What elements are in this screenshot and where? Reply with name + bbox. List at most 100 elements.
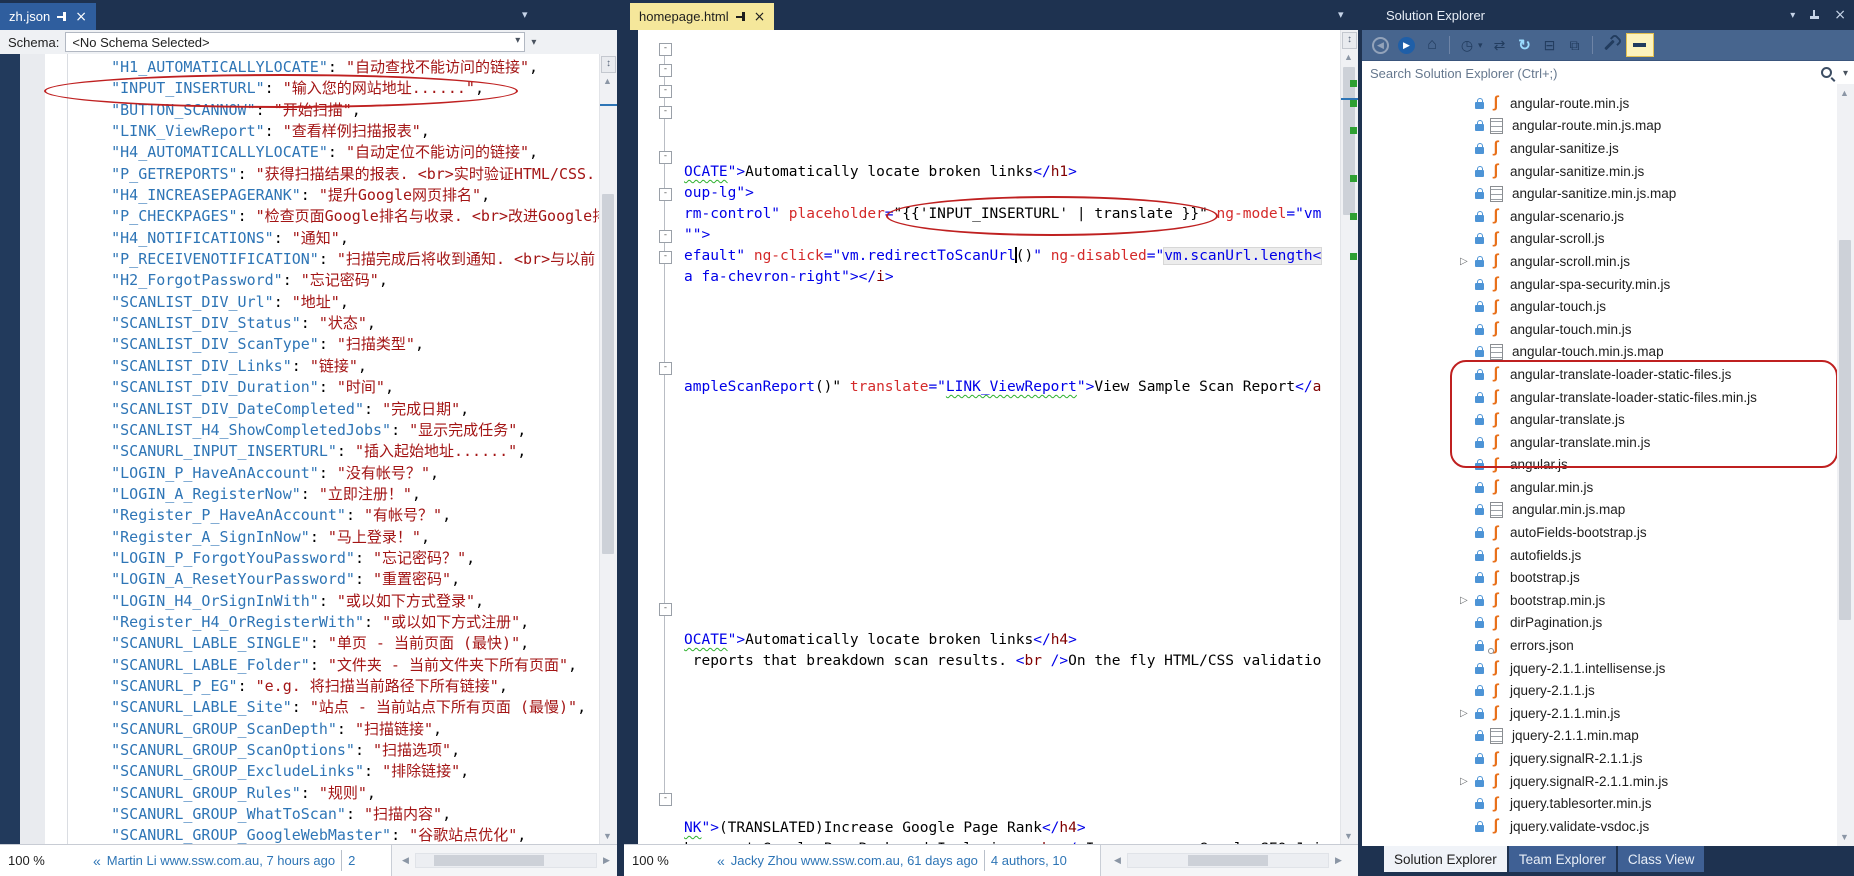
file-item[interactable]: ∫angular.js (1362, 454, 1837, 477)
lock-icon (1475, 237, 1484, 244)
file-item[interactable]: ∫angular-translate.min.js (1362, 431, 1837, 454)
file-name: jquery-2.1.1.min.js (1510, 706, 1620, 721)
home-icon[interactable]: ⌂ (1424, 37, 1440, 53)
file-item[interactable]: ∫angular.min.js (1362, 476, 1837, 499)
tab-zh-json[interactable]: zh.json × (0, 3, 96, 30)
pin-icon[interactable] (1809, 10, 1820, 21)
scroll-up-icon[interactable]: ▲ (1341, 52, 1356, 62)
file-item[interactable]: ∫angular-translate.js (1362, 408, 1837, 431)
scroll-down-icon[interactable]: ▼ (1837, 832, 1852, 842)
scroll-up-icon[interactable]: ▲ (600, 76, 615, 86)
expander-icon[interactable]: ▷ (1460, 595, 1475, 606)
file-item[interactable]: ∫angular-scenario.js (1362, 205, 1837, 228)
left-horizontal-scrollbar[interactable]: ◀ ▶ (398, 845, 615, 876)
expander-icon[interactable]: ▷ (1460, 776, 1475, 787)
file-item[interactable]: ∫angular-spa-security.min.js (1362, 273, 1837, 296)
file-item[interactable]: ∫autoFields-bootstrap.js (1362, 521, 1837, 544)
collapse-all-icon[interactable]: ⊟ (1542, 38, 1558, 52)
pin-icon[interactable] (736, 11, 747, 22)
splitter-handle[interactable]: ↕ (601, 56, 616, 73)
file-item[interactable]: ∫angular-sanitize.min.js (1362, 160, 1837, 183)
file-item[interactable]: angular-route.min.js.map (1362, 115, 1837, 138)
file-item[interactable]: ∫angular-translate-loader-static-files.m… (1362, 386, 1837, 409)
html-editor-surface[interactable]: ----------- OCATE">Automatically locate … (638, 30, 1358, 845)
tab-list-dropdown-icon[interactable]: ▾ (1338, 8, 1344, 21)
window-menu-icon[interactable]: ▾ (1790, 10, 1795, 21)
expander-icon[interactable]: ▷ (1460, 256, 1475, 267)
solution-search-input[interactable]: Search Solution Explorer (Ctrl+;) ▾ (1362, 60, 1854, 85)
back-icon[interactable]: ◀ (1372, 37, 1389, 54)
properties-wrench-icon[interactable] (1604, 40, 1615, 51)
schema-select[interactable]: <No Schema Selected> ▾ (65, 32, 525, 52)
search-icon[interactable] (1821, 67, 1832, 78)
scrollbar-thumb[interactable] (602, 194, 614, 554)
codelens-source-control-status[interactable]: « Martin Li www.ssw.com.au, 7 hours ago … (85, 845, 392, 876)
forward-icon[interactable]: ▶ (1398, 37, 1415, 54)
scrollbar-thumb[interactable] (1343, 67, 1355, 215)
sync-with-active-document-icon[interactable]: ⇄ (1492, 38, 1508, 52)
schema-toolbar: Schema: <No Schema Selected> ▾ ▾ (0, 30, 617, 55)
file-item[interactable]: ∫angular-translate-loader-static-files.j… (1362, 363, 1837, 386)
refresh-icon[interactable]: ↻ (1517, 38, 1533, 53)
show-all-files-icon[interactable]: ⧉ (1567, 38, 1583, 52)
file-item[interactable]: ∫errors.json (1362, 634, 1837, 657)
panel-tab-team-explorer[interactable]: Team Explorer (1509, 846, 1616, 872)
expander-icon[interactable]: ▷ (1460, 708, 1475, 719)
tab-homepage-html[interactable]: homepage.html × (630, 3, 774, 30)
scrollbar-thumb[interactable] (1188, 855, 1268, 866)
scroll-down-icon[interactable]: ▼ (600, 831, 615, 841)
file-item[interactable]: angular-touch.min.js.map (1362, 341, 1837, 364)
file-item[interactable]: ▷∫bootstrap.min.js (1362, 589, 1837, 612)
file-item[interactable]: ∫angular-touch.js (1362, 295, 1837, 318)
file-item[interactable]: angular.min.js.map (1362, 499, 1837, 522)
chevron-down-icon: ▾ (515, 35, 520, 46)
file-item[interactable]: ∫jquery.signalR-2.1.1.js (1362, 747, 1837, 770)
file-item[interactable]: ∫angular-sanitize.js (1362, 137, 1837, 160)
file-item[interactable]: ∫angular-scroll.js (1362, 228, 1837, 251)
splitter-handle[interactable]: ↕ (1342, 32, 1357, 49)
json-editor-surface[interactable]: "H1_AUTOMATICALLYLOCATE": "自动查找不能访问的链接",… (0, 54, 617, 845)
file-item[interactable]: angular-sanitize.min.js.map (1362, 182, 1837, 205)
toolbar-overflow-icon[interactable]: ▾ (531, 37, 536, 48)
scroll-right-icon[interactable]: ▶ (1331, 855, 1346, 866)
scroll-left-icon[interactable]: ◀ (1110, 855, 1125, 866)
left-vertical-scrollbar[interactable]: ↕ ▲ ▼ (599, 54, 617, 845)
file-item[interactable]: ∫dirPagination.js (1362, 612, 1837, 635)
scroll-down-icon[interactable]: ▼ (1341, 831, 1356, 841)
close-icon[interactable]: × (754, 10, 766, 24)
preview-selected-items-toggle[interactable] (1626, 33, 1654, 57)
scroll-left-icon[interactable]: ◀ (398, 855, 413, 866)
panel-tab-class-view[interactable]: Class View (1618, 846, 1705, 872)
tab-list-dropdown-icon[interactable]: ▾ (522, 8, 528, 21)
file-item[interactable]: ∫jquery-2.1.1.js (1362, 679, 1837, 702)
file-item[interactable]: ∫jquery-2.1.1.intellisense.js (1362, 657, 1837, 680)
file-item[interactable]: ∫bootstrap.js (1362, 566, 1837, 589)
file-item[interactable]: ∫angular-touch.min.js (1362, 318, 1837, 341)
middle-horizontal-scrollbar[interactable]: ◀ ▶ (1110, 845, 1356, 876)
file-item[interactable]: ▷∫jquery-2.1.1.min.js (1362, 702, 1837, 725)
file-item[interactable]: ∫autofields.js (1362, 544, 1837, 567)
tree-vertical-scrollbar[interactable]: ▲ ▼ (1837, 84, 1854, 846)
chevron-down-icon[interactable]: ▾ (1843, 68, 1848, 79)
file-item[interactable]: ∫angular-route.min.js (1362, 92, 1837, 115)
scrollbar-thumb[interactable] (1839, 240, 1851, 620)
file-item[interactable]: ∫jquery.validate-vsdoc.js (1362, 815, 1837, 838)
chevron-down-icon[interactable]: ▾ (1478, 40, 1483, 51)
lock-icon (1475, 486, 1484, 493)
file-item[interactable]: ▷∫jquery.signalR-2.1.1.min.js (1362, 770, 1837, 793)
codelens-source-control-status[interactable]: « Jacky Zhou www.ssw.com.au, 61 days ago… (709, 845, 1101, 876)
pin-icon[interactable] (57, 11, 68, 22)
middle-vertical-scrollbar[interactable]: ↕ ▲ ▼ (1340, 30, 1358, 845)
panel-tab-solution-explorer[interactable]: Solution Explorer (1384, 846, 1507, 872)
scroll-up-icon[interactable]: ▲ (1837, 88, 1852, 98)
file-item[interactable]: ∫jquery.tablesorter.min.js (1362, 792, 1837, 815)
scroll-right-icon[interactable]: ▶ (599, 855, 614, 866)
close-icon[interactable]: × (75, 10, 87, 24)
file-item[interactable]: jquery-2.1.1.min.map (1362, 725, 1837, 748)
switch-views-icon[interactable]: ◷ (1459, 38, 1475, 52)
close-icon[interactable]: × (1834, 8, 1846, 22)
file-item[interactable]: ▷∫angular-scroll.min.js (1362, 250, 1837, 273)
middle-tab-strip: homepage.html × ▾ (624, 0, 1358, 30)
js-file-icon: ∫ (1488, 298, 1504, 316)
scrollbar-thumb[interactable] (434, 855, 544, 866)
